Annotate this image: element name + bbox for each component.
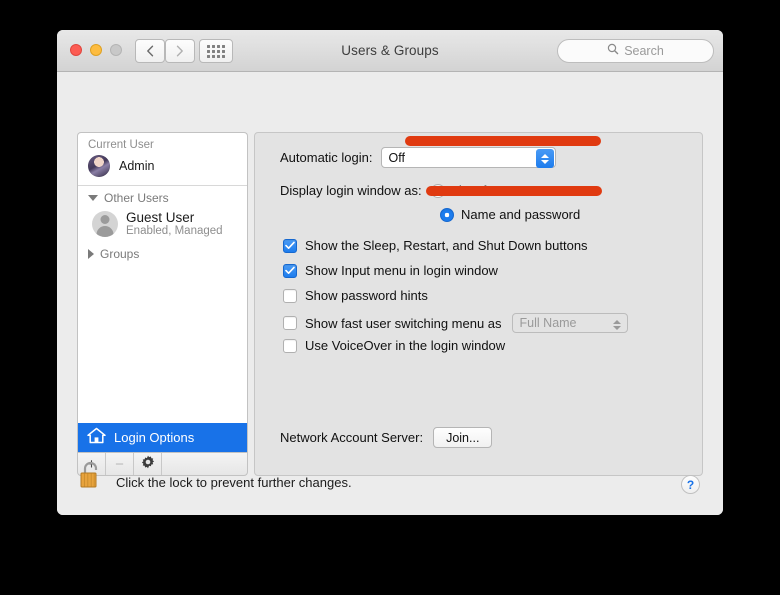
home-icon (87, 427, 106, 449)
users-sidebar: Current User Admin Other Users Guest Use… (77, 132, 248, 452)
settings-button[interactable] (134, 453, 162, 475)
generic-user-icon (92, 210, 118, 237)
gear-icon (141, 455, 155, 473)
window-titlebar: Users & Groups Search (57, 30, 723, 72)
search-field[interactable]: Search (557, 39, 714, 63)
sidebar-item-guest-user[interactable]: Guest User Enabled, Managed (78, 207, 247, 240)
sidebar-item-login-options[interactable]: Login Options (78, 423, 247, 452)
groups-label: Groups (100, 246, 140, 261)
sidebar-item-label: Guest User (126, 210, 195, 225)
network-account-server-row: Network Account Server: Join... (280, 427, 493, 448)
sidebar-item-admin[interactable]: Admin (78, 153, 247, 181)
checkbox-label: Use VoiceOver in the login window (305, 338, 506, 353)
network-account-server-label: Network Account Server: (280, 430, 424, 445)
radio-name-and-password[interactable] (440, 207, 454, 222)
login-options-pane: Automatic login: Off Display login windo… (254, 132, 703, 476)
other-users-header[interactable]: Other Users (78, 186, 247, 207)
current-user-header: Current User (88, 139, 154, 151)
checkbox-label: Show password hints (305, 288, 428, 303)
sidebar-item-label: Login Options (114, 430, 195, 445)
lock-button[interactable] (78, 460, 104, 490)
automatic-login-label: Automatic login: (280, 150, 373, 165)
lock-hint-text: Click the lock to prevent further change… (116, 475, 352, 490)
fast-user-switching-format-select: Full Name (511, 313, 628, 334)
annotation-underline-automatic-login (405, 136, 601, 146)
checkbox-show-fast-user-switching[interactable] (283, 316, 297, 330)
automatic-login-value: Off (388, 150, 405, 165)
fast-user-switching-format-value: Full Name (519, 316, 577, 330)
chevron-updown-icon (535, 149, 554, 168)
chevron-right-icon (88, 248, 94, 259)
checkbox-row-password-hints: Show password hints (283, 288, 428, 303)
checkbox-use-voiceover[interactable] (283, 338, 297, 353)
checkbox-label: Show fast user switching menu as (305, 315, 502, 331)
automatic-login-row: Automatic login: Off (280, 147, 556, 168)
search-icon (607, 42, 619, 60)
automatic-login-select[interactable]: Off (380, 147, 556, 168)
checkbox-row-input-menu: Show Input menu in login window (283, 263, 498, 278)
avatar (88, 155, 110, 177)
radio-name-and-password-label: Name and password (461, 207, 581, 222)
checkbox-label: Show the Sleep, Restart, and Shut Down b… (305, 238, 588, 253)
other-users-label: Other Users (104, 191, 169, 205)
annotation-underline-name-and-password (426, 186, 602, 196)
chevron-updown-icon (608, 315, 626, 334)
chevron-down-icon (88, 195, 98, 201)
preferences-window: Users & Groups Search Current User Admin… (57, 30, 723, 515)
radio-name-and-password-row: Name and password (440, 207, 580, 222)
remove-user-button: − (106, 453, 134, 475)
groups-header[interactable]: Groups (78, 240, 247, 263)
unlocked-padlock-icon (78, 461, 104, 494)
checkbox-label: Show Input menu in login window (305, 263, 498, 278)
checkbox-show-sleep-restart-shutdown[interactable] (283, 238, 297, 253)
join-button[interactable]: Join... (433, 427, 493, 448)
checkbox-show-password-hints[interactable] (283, 288, 297, 303)
window-body: Current User Admin Other Users Guest Use… (57, 72, 723, 515)
checkbox-show-input-menu[interactable] (283, 263, 297, 278)
display-login-window-label: Display login window as: (280, 183, 422, 198)
search-placeholder: Search (624, 44, 664, 58)
checkbox-row-fast-user-switching: Show fast user switching menu as Full Na… (283, 313, 628, 333)
checkbox-row-sleep-restart-shutdown: Show the Sleep, Restart, and Shut Down b… (283, 238, 588, 253)
checkbox-row-voiceover: Use VoiceOver in the login window (283, 338, 505, 353)
help-button[interactable]: ? (681, 475, 700, 494)
sidebar-item-status: Enabled, Managed (126, 224, 223, 237)
sidebar-item-label: Admin (119, 159, 155, 173)
